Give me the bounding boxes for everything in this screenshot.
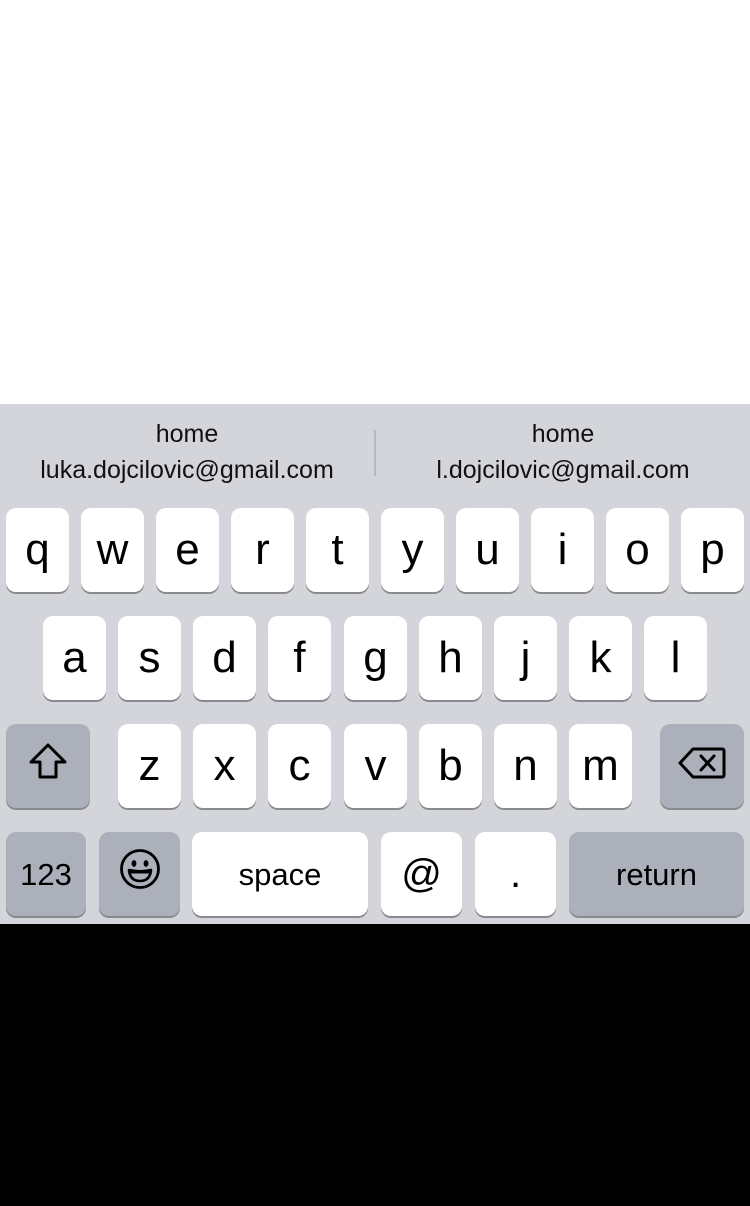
key-label: u xyxy=(475,525,500,574)
key-u[interactable]: u xyxy=(456,508,519,592)
shift-icon xyxy=(28,741,68,791)
suggestion-email-2[interactable]: home l.dojcilovic@gmail.com xyxy=(376,404,750,502)
emoji-key[interactable] xyxy=(99,832,180,916)
emoji-icon xyxy=(119,848,161,901)
key-v[interactable]: v xyxy=(344,724,407,808)
shift-key[interactable] xyxy=(6,724,90,808)
key-label: e xyxy=(175,525,200,574)
key-n[interactable]: n xyxy=(494,724,557,808)
key-l[interactable]: l xyxy=(644,616,707,700)
space-key[interactable]: space xyxy=(192,832,368,916)
key-label: w xyxy=(96,525,129,574)
suggestion-email-1[interactable]: home luka.dojcilovic@gmail.com xyxy=(0,404,374,502)
backspace-key[interactable] xyxy=(660,724,744,808)
key-label: f xyxy=(293,633,306,682)
key-label: k xyxy=(589,633,612,682)
key-label: j xyxy=(520,633,531,682)
key-label: t xyxy=(331,525,344,574)
key-label: 123 xyxy=(20,856,72,892)
key-z[interactable]: z xyxy=(118,724,181,808)
key-label: s xyxy=(138,633,161,682)
suggestion-label: home xyxy=(531,420,595,448)
key-label: return xyxy=(616,856,697,892)
suggestion-value: l.dojcilovic@gmail.com xyxy=(436,456,690,484)
key-w[interactable]: w xyxy=(81,508,144,592)
backspace-icon xyxy=(678,741,726,791)
dot-key[interactable]: . xyxy=(475,832,556,916)
key-p[interactable]: p xyxy=(681,508,744,592)
key-e[interactable]: e xyxy=(156,508,219,592)
key-label: d xyxy=(212,633,237,682)
key-r[interactable]: r xyxy=(231,508,294,592)
key-label: q xyxy=(25,525,50,574)
key-m[interactable]: m xyxy=(569,724,632,808)
keyboard: home luka.dojcilovic@gmail.com home l.do… xyxy=(0,404,750,924)
numbers-key[interactable]: 123 xyxy=(6,832,86,916)
key-label: @ xyxy=(401,852,442,896)
key-label: z xyxy=(138,741,161,790)
key-b[interactable]: b xyxy=(419,724,482,808)
key-label: h xyxy=(438,633,463,682)
key-label: n xyxy=(513,741,538,790)
suggestion-value: luka.dojcilovic@gmail.com xyxy=(40,456,334,484)
key-label: r xyxy=(255,525,270,574)
key-q[interactable]: q xyxy=(6,508,69,592)
key-label: c xyxy=(288,741,311,790)
key-label: b xyxy=(438,741,463,790)
key-s[interactable]: s xyxy=(118,616,181,700)
key-h[interactable]: h xyxy=(419,616,482,700)
key-o[interactable]: o xyxy=(606,508,669,592)
key-y[interactable]: y xyxy=(381,508,444,592)
key-label: m xyxy=(582,741,619,790)
at-key[interactable]: @ xyxy=(381,832,462,916)
key-c[interactable]: c xyxy=(268,724,331,808)
key-label: y xyxy=(401,525,424,574)
key-i[interactable]: i xyxy=(531,508,594,592)
key-k[interactable]: k xyxy=(569,616,632,700)
bottom-black-area xyxy=(0,924,750,1206)
return-key[interactable]: return xyxy=(569,832,744,916)
key-x[interactable]: x xyxy=(193,724,256,808)
key-j[interactable]: j xyxy=(494,616,557,700)
key-d[interactable]: d xyxy=(193,616,256,700)
key-label: o xyxy=(625,525,650,574)
key-label: i xyxy=(557,525,568,574)
key-label: g xyxy=(363,633,388,682)
key-label: p xyxy=(700,525,725,574)
key-g[interactable]: g xyxy=(344,616,407,700)
key-f[interactable]: f xyxy=(268,616,331,700)
key-label: x xyxy=(213,741,236,790)
key-label: a xyxy=(62,633,87,682)
key-label: space xyxy=(238,856,322,892)
key-label: l xyxy=(670,633,681,682)
key-label: . xyxy=(509,852,522,896)
key-t[interactable]: t xyxy=(306,508,369,592)
content-area xyxy=(0,0,750,404)
key-a[interactable]: a xyxy=(43,616,106,700)
suggestion-label: home xyxy=(155,420,219,448)
key-label: v xyxy=(364,741,387,790)
